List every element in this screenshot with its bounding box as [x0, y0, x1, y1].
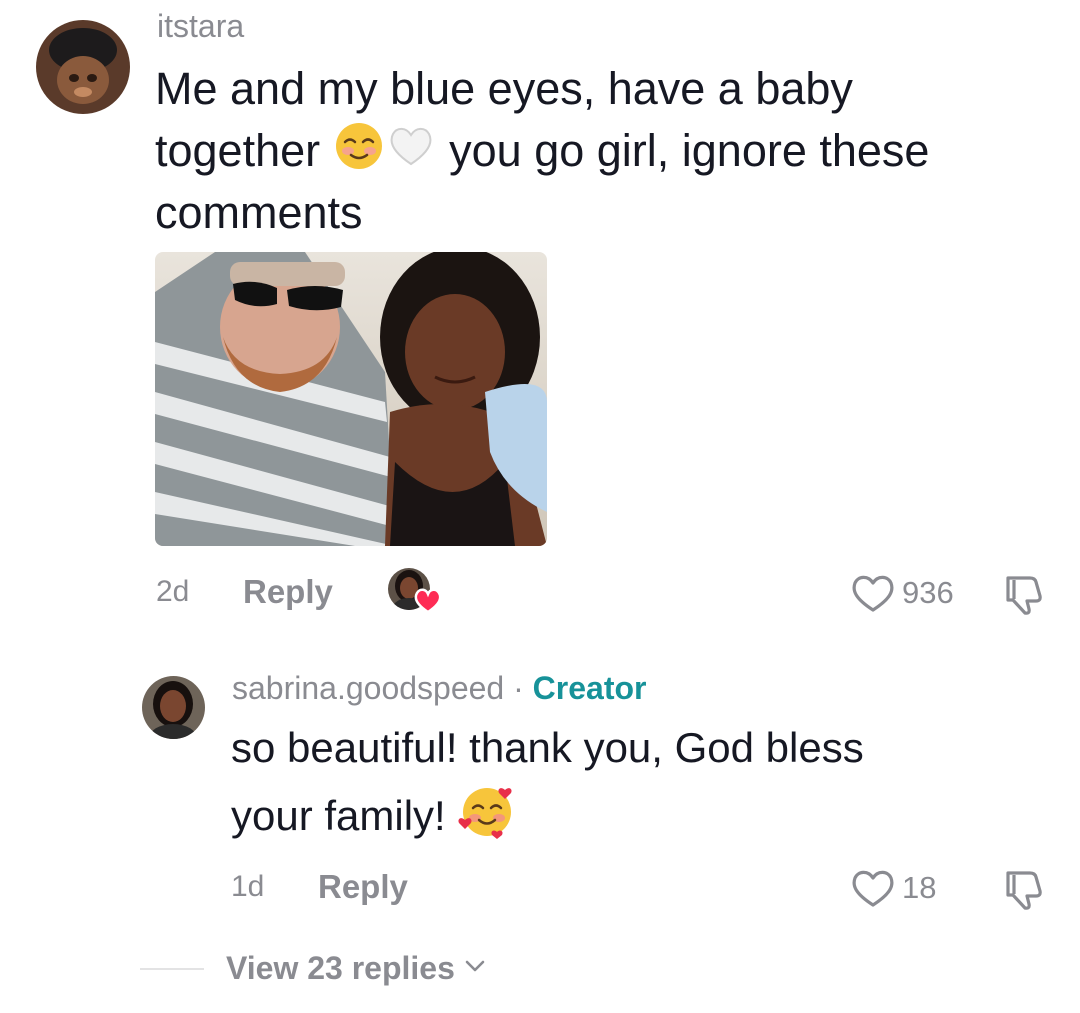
comment-reply-button[interactable]: Reply — [243, 573, 333, 611]
reply-line-2: your family! — [231, 780, 1051, 848]
reply-like-button[interactable]: 18 — [850, 867, 936, 909]
comment-like-count: 936 — [902, 575, 954, 610]
view-replies-label: View 23 replies — [226, 950, 455, 986]
reply-dislike-button[interactable] — [1000, 867, 1046, 916]
creator-badge: Creator — [532, 670, 647, 706]
comment-line-2-end: you go girl, ignore these — [449, 125, 930, 176]
commenter-avatar[interactable] — [36, 20, 130, 114]
comment-line-3: comments — [155, 187, 363, 238]
comment-attached-photo[interactable] — [155, 252, 547, 546]
reply-text: so beautiful! thank you, God bless your … — [231, 716, 1051, 848]
heart-outline-icon — [850, 867, 896, 909]
replier-avatar[interactable] — [142, 676, 205, 739]
comment-line-2-start: together — [155, 125, 321, 176]
heart-outline-icon — [850, 572, 896, 614]
view-replies-button[interactable]: View 23 replies — [140, 950, 485, 987]
commenter-username[interactable]: itstara — [157, 8, 244, 45]
thumbs-down-icon — [1000, 867, 1046, 911]
thumbs-down-icon — [1000, 572, 1046, 616]
reply-line-2-text: your family! — [231, 792, 458, 839]
reply-like-count: 18 — [902, 870, 937, 905]
replier-username[interactable]: sabrina.goodspeed — [232, 670, 504, 706]
reply-line-1: so beautiful! thank you, God bless — [231, 724, 864, 771]
comment-line-1: Me and my blue eyes, have a baby — [155, 63, 853, 114]
view-replies-divider — [140, 967, 204, 970]
creator-heart-icon — [414, 588, 442, 614]
white-heart-emoji-icon — [385, 120, 437, 172]
smiling-face-emoji-icon — [333, 120, 385, 172]
comment-like-button[interactable]: 936 — [850, 572, 954, 614]
smiling-face-with-hearts-emoji-icon — [457, 780, 517, 840]
reply-reply-button[interactable]: Reply — [318, 868, 408, 906]
comment-line-2: together you go girl, ignore these — [155, 120, 1055, 182]
reply-username-row: sabrina.goodspeed · Creator — [232, 670, 646, 707]
comment-dislike-button[interactable] — [1000, 572, 1046, 621]
comment-text: Me and my blue eyes, have a baby togethe… — [155, 58, 1055, 244]
username-separator: · — [504, 670, 533, 706]
comment-timestamp: 2d — [156, 575, 190, 608]
reply-timestamp: 1d — [231, 870, 265, 903]
creator-liked-indicator — [388, 568, 444, 614]
chevron-down-icon — [465, 959, 485, 978]
